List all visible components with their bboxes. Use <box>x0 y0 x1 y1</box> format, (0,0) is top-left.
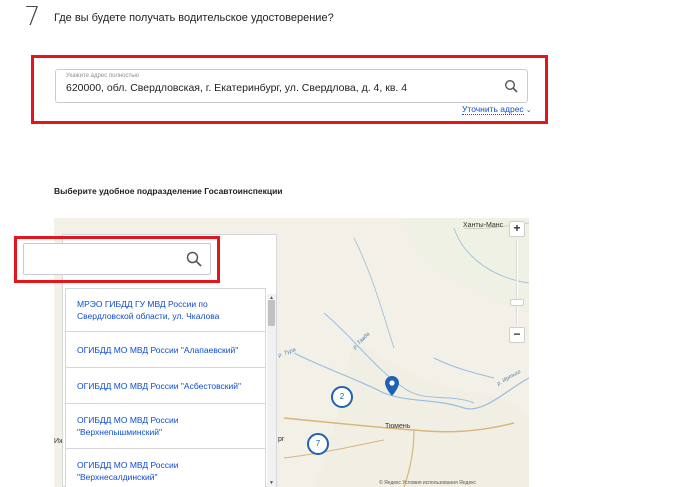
division-section-title: Выберите удобное подразделение Госавтоин… <box>54 186 283 196</box>
address-input-caption: Укажите адрес полностью <box>66 73 139 79</box>
division-list-item-line1[interactable]: ОГИБДД МО МВД России <box>77 459 179 471</box>
division-list-item-line2[interactable]: "Верхнесалдинский" <box>77 471 158 483</box>
division-list-item-line1[interactable]: МРЭО ГИБДД ГУ МВД России по <box>77 298 208 310</box>
division-list-item-line1[interactable]: ОГИБДД МО МВД России <box>77 414 179 426</box>
map-location-pin-icon[interactable] <box>385 376 399 396</box>
scroll-down-arrow-icon[interactable]: ▼ <box>267 479 276 487</box>
map-city-rg: рг <box>278 436 285 443</box>
zoom-in-button[interactable]: + <box>509 221 525 237</box>
map-zoom-control[interactable]: + − <box>509 221 525 343</box>
division-list-item[interactable]: МРЭО ГИБДД ГУ МВД России по Свердловской… <box>65 288 266 332</box>
division-list-item-line1[interactable]: ОГИБДД МО МВД России "Асбестовский" <box>77 380 241 392</box>
division-list-item[interactable]: ОГИБДД МО МВД России "Асбестовский" <box>65 367 266 404</box>
step-number: 7 <box>24 2 41 32</box>
zoom-track[interactable] <box>516 239 518 325</box>
search-icon[interactable] <box>186 251 202 267</box>
refine-address-link[interactable]: Уточнить адрес ⌄ <box>462 104 532 115</box>
chevron-down-icon[interactable]: ⌄ <box>526 107 532 114</box>
division-list: МРЭО ГИБДД ГУ МВД России по Свердловской… <box>65 288 266 487</box>
division-list-item[interactable]: ОГИБДД МО МВД России "Верхнепышминский" <box>65 403 266 449</box>
step-question: Где вы будете получать водительское удос… <box>54 12 334 24</box>
division-list-item[interactable]: ОГИБДД МО МВД России "Алапаевский" <box>65 331 266 368</box>
division-list-item[interactable]: ОГИБДД МО МВД России "Верхнесалдинский" <box>65 448 266 487</box>
map-city-khanty: Ханты-Манс <box>463 222 504 229</box>
map-copyright[interactable]: © Яндекс Условия использования Яндекс <box>379 480 476 486</box>
map-cluster-marker[interactable]: 7 <box>307 433 329 455</box>
refine-address-label[interactable]: Уточнить адрес <box>462 104 524 115</box>
map-cluster-marker[interactable]: 2 <box>331 386 353 408</box>
search-icon[interactable] <box>504 79 518 93</box>
division-search-input[interactable] <box>23 243 211 275</box>
division-list-item-line1[interactable]: ОГИБДД МО МВД России "Алапаевский" <box>77 344 238 356</box>
zoom-handle[interactable] <box>510 299 524 306</box>
map-city-tyumen: Тюмень <box>385 423 411 430</box>
scrollbar-thumb[interactable] <box>268 300 275 326</box>
division-list-item-line2[interactable]: "Верхнепышминский" <box>77 426 162 438</box>
address-input-value[interactable]: 620000, обл. Свердловская, г. Екатеринбу… <box>66 82 407 94</box>
zoom-out-button[interactable]: − <box>509 327 525 343</box>
address-input[interactable]: Укажите адрес полностью 620000, обл. Све… <box>55 69 528 103</box>
division-list-scrollbar[interactable]: ▲ ▼ <box>267 294 276 487</box>
division-list-item-line2[interactable]: Свердловской области, ул. Чкалова <box>77 310 219 322</box>
